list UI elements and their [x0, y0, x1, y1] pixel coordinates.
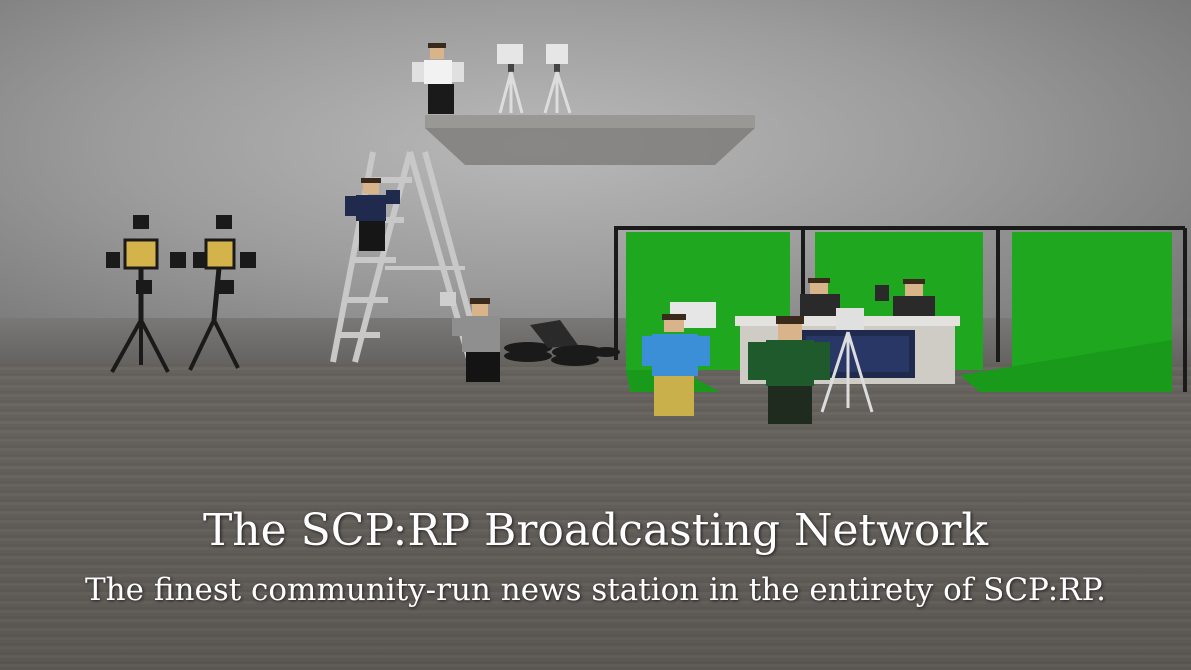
shelf-camera-left	[497, 44, 524, 114]
light-stand-left	[106, 215, 186, 373]
camera-shelf	[425, 115, 755, 165]
studio-scene: The SCP:RP Broadcasting Network The fine…	[0, 0, 1191, 670]
figure-on-shelf	[412, 43, 464, 114]
light-stand-right	[188, 215, 256, 371]
cable-reels	[504, 320, 620, 366]
studio-illustration	[106, 43, 1187, 424]
shelf-camera-right	[543, 44, 572, 114]
network-tagline: The finest community-run news station in…	[84, 572, 1107, 608]
figure-crouching	[440, 292, 500, 382]
network-title: The SCP:RP Broadcasting Network	[202, 505, 989, 556]
